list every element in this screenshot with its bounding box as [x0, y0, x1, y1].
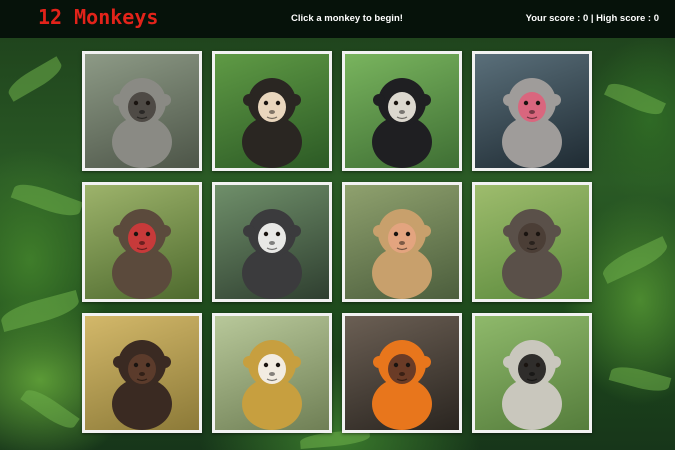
monkey-card-9[interactable]	[82, 313, 202, 433]
instructions-text: Click a monkey to begin!	[291, 13, 403, 24]
monkey-card-12[interactable]	[472, 313, 592, 433]
monkey-card-7[interactable]	[342, 182, 462, 302]
squirrel-monkey-icon	[242, 340, 302, 430]
monkey-card-11[interactable]	[342, 313, 462, 433]
monkey-card-1[interactable]	[82, 51, 202, 171]
spider-monkey-icon	[112, 340, 172, 430]
monkey-card-3[interactable]	[342, 51, 462, 171]
score-display: Your score : 0 | High score : 0	[525, 13, 659, 24]
header-bar: 12 Monkeys Click a monkey to begin! Your…	[0, 0, 675, 38]
gibbon-icon	[372, 78, 432, 168]
monkey-card-10[interactable]	[212, 313, 332, 433]
golden-lion-tamarin-icon	[372, 340, 432, 430]
vervet-monkey-icon	[502, 340, 562, 430]
macaque-on-grass-icon	[502, 209, 562, 299]
monkey-card-5[interactable]	[82, 182, 202, 302]
japanese-macaque-icon	[502, 78, 562, 168]
monkey-card-8[interactable]	[472, 182, 592, 302]
proboscis-monkey-icon	[372, 209, 432, 299]
game-title: 12 Monkeys	[38, 5, 159, 29]
monkey-card-grid	[82, 51, 594, 433]
monkey-card-4[interactable]	[472, 51, 592, 171]
marmoset-icon	[242, 209, 302, 299]
capuchin-monkey-icon	[242, 78, 302, 168]
monkey-card-2[interactable]	[212, 51, 332, 171]
monkey-card-6[interactable]	[212, 182, 332, 302]
mandrill-icon	[112, 209, 172, 299]
vervet-monkey-closeup-icon	[112, 78, 172, 168]
